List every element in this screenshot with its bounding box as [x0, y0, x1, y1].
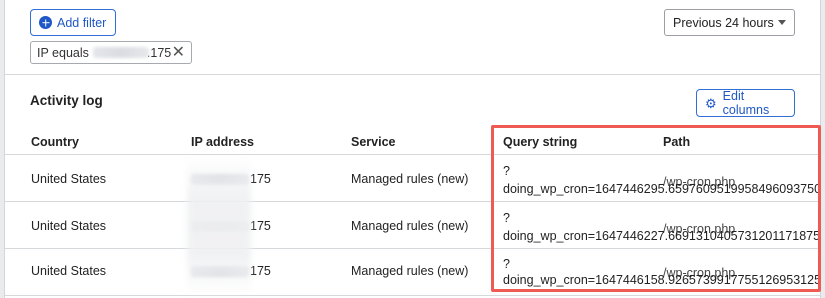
cell-country: United States: [31, 219, 107, 233]
cell-service: Managed rules (new): [351, 172, 469, 186]
table-row[interactable]: United States 175 Managed rules (new) ? …: [5, 249, 822, 296]
add-filter-label: Add filter: [57, 15, 107, 30]
cell-service: Managed rules (new): [351, 219, 469, 233]
section-divider: [5, 74, 820, 75]
plus-circle-icon: [39, 16, 52, 29]
cell-query-prefix: ?: [503, 211, 510, 225]
redaction-overlay: [187, 155, 251, 297]
filter-chip-prefix: IP equals: [37, 45, 89, 60]
cell-service: Managed rules (new): [351, 264, 469, 278]
column-header-ip[interactable]: IP address: [191, 135, 254, 149]
add-filter-button[interactable]: Add filter: [30, 9, 117, 36]
cell-ip-suffix: 175: [250, 264, 271, 278]
column-header-query[interactable]: Query string: [503, 135, 577, 149]
cell-ip-suffix: 175: [250, 172, 271, 186]
time-range-value: Previous 24 hours: [673, 15, 774, 30]
activity-panel: Add filter IP equals .175 ✕ Previous 24 …: [4, 0, 821, 298]
section-title: Activity log: [30, 93, 103, 108]
close-icon[interactable]: ✕: [172, 44, 185, 61]
time-range-select[interactable]: Previous 24 hours: [664, 9, 795, 36]
cell-query-value: doing_wp_cron=1647446158.926573991775512…: [503, 273, 822, 287]
cell-query-prefix: ?: [503, 164, 510, 178]
table-header: Country IP address Service Query string …: [5, 127, 820, 155]
table-row[interactable]: United States 175 Managed rules (new) ? …: [5, 155, 822, 202]
caret-down-icon: [778, 20, 786, 25]
cell-query-value: doing_wp_cron=1647446227.669131040573120…: [503, 229, 821, 243]
filter-chip[interactable]: IP equals .175 ✕: [30, 41, 192, 64]
table-row[interactable]: United States 175 Managed rules (new) ? …: [5, 202, 820, 249]
cell-query-value: doing_wp_cron=1647446295.659760951995849…: [503, 182, 822, 196]
cell-country: United States: [31, 264, 107, 278]
edit-columns-label: Edit columns: [722, 89, 770, 117]
column-header-service[interactable]: Service: [351, 135, 395, 149]
filter-chip-ip-suffix: .175: [146, 45, 172, 60]
cell-ip-suffix: 175: [250, 219, 271, 233]
gear-icon: ⚙: [705, 95, 717, 111]
redacted-ip-blur: [92, 47, 149, 58]
cell-query-prefix: ?: [503, 257, 510, 271]
edit-columns-button[interactable]: ⚙ Edit columns: [696, 89, 795, 117]
column-header-country[interactable]: Country: [31, 135, 79, 149]
column-header-path[interactable]: Path: [663, 135, 690, 149]
cell-country: United States: [31, 172, 107, 186]
